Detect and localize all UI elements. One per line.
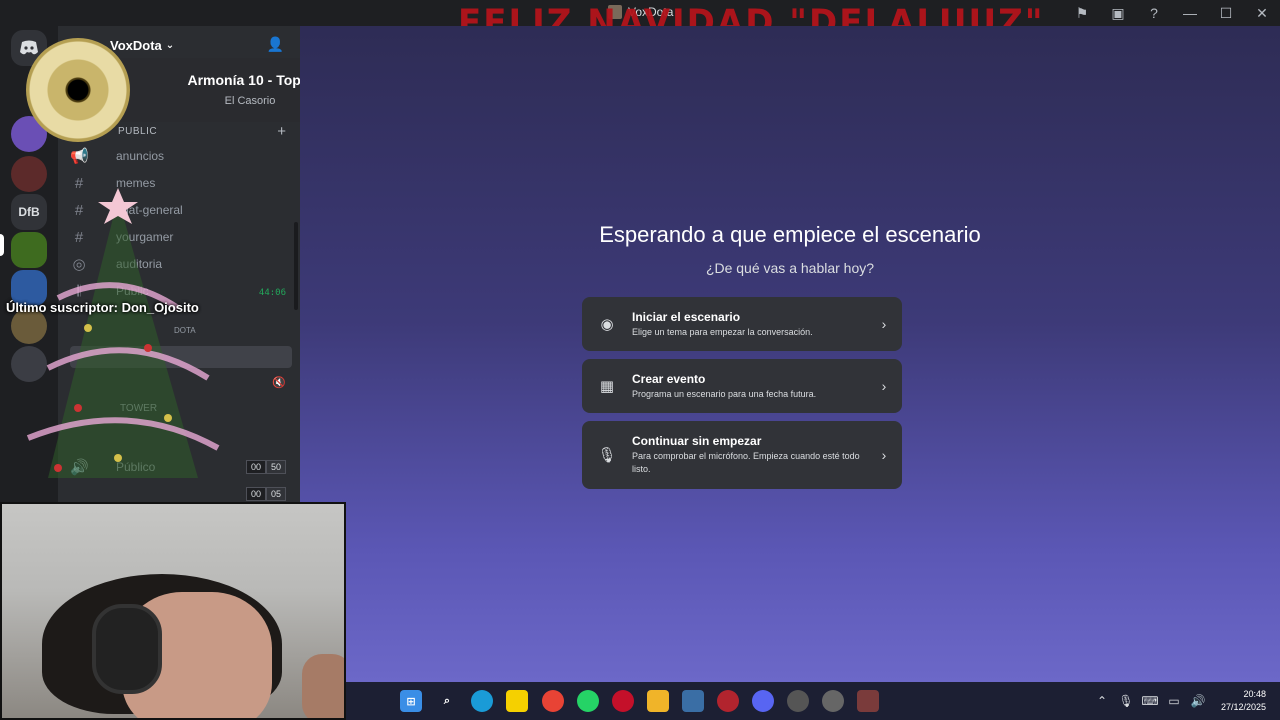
count-current: 00 [245,460,266,474]
channel-public-voice[interactable]: 𝄃 Public [70,280,290,302]
channel-label: Public [116,284,149,298]
game-icon[interactable] [857,690,879,712]
search-icon[interactable]: ⌕ [436,690,458,712]
chrome-icon[interactable] [542,690,564,712]
channel-label: auditoria [116,257,163,271]
steam-icon[interactable] [787,690,809,712]
option-desc: Para comprobar el micrófono. Empieza cua… [632,451,860,474]
mic-tray-icon[interactable]: 🎙 [1114,694,1138,708]
edge-icon[interactable] [471,690,493,712]
chevron-up-icon[interactable]: ⌃ [1090,694,1114,708]
option-title: Iniciar el escenario [632,309,741,324]
user-count-badge: 00 50 [245,460,286,474]
discord-icon[interactable] [752,690,774,712]
channel-yourgamer[interactable]: # yourgamer [70,226,290,248]
option-title: Continuar sin empezar [632,434,762,448]
server-dfb-label: DfB [18,205,40,219]
voice-icon: 𝄃 [77,282,81,300]
clock[interactable]: 20:48 27/12/2025 [1210,688,1280,714]
sticky-notes-icon[interactable] [506,690,528,712]
voice-time: 44:06 [258,288,286,298]
count-limit: 05 [265,487,286,501]
app-icon[interactable] [822,690,844,712]
mute-deafen-icons[interactable]: 🔇 [272,376,286,389]
channel-chat-general[interactable]: # chat-general [70,199,290,221]
tag-tower: TOWER [120,403,158,414]
invite-people-icon[interactable]: 👤 [267,36,284,53]
megaphone-icon: 📢 [70,148,89,165]
headset-icon [92,604,162,694]
category-label[interactable]: PUBLIC [118,126,157,137]
continue-without-start-button[interactable]: 🎙 Continuar sin empezar Para comprobar e… [582,421,902,489]
opera-icon[interactable] [612,690,634,712]
hash-icon: # [74,201,84,219]
obs-icon[interactable] [717,690,739,712]
volume-icon[interactable]: 🔊 [1186,694,1210,708]
channel-auditoria[interactable]: ◎ auditoria [70,253,290,275]
calendar-icon: ▦ [599,378,615,395]
display-icon[interactable]: ▭ [1162,694,1186,708]
hash-icon: # [74,174,84,192]
keyboard-icon[interactable]: ⌨ [1138,694,1162,708]
stage-icon: ◎ [72,256,86,273]
option-desc: Elige un tema para empezar la conversaci… [632,326,813,337]
chevron-down-icon: ⌄ [165,39,175,51]
server-dfb[interactable]: DfB [11,194,47,230]
start-stage-button[interactable]: ◉ Iniciar el escenario Elige un tema par… [582,297,902,351]
stage-main-area: Esperando a que empiece el escenario ¿De… [300,26,1280,682]
album-disc-icon [26,38,130,142]
channel-label: anuncios [116,149,165,163]
channel-label: memes [116,176,156,190]
help-icon[interactable]: ? [1136,0,1172,26]
last-subscriber-label: Último suscriptor: Don_Ojosito [6,300,199,315]
selected-server-pill [0,234,4,256]
title-bar: VoxDota FELIZ NAVIDAD "DELALUUZ" ⚑ ▣ ? —… [0,0,1280,41]
stage-title: Esperando a que empiece el escenario [599,222,981,247]
option-title: Crear evento [632,371,706,386]
clock-date: 27/12/2025 [1220,702,1266,712]
option-desc: Programa un escenario para una fecha fut… [632,388,817,399]
inbox-icon[interactable]: ▣ [1100,0,1136,26]
chevron-right-icon: › [881,447,887,463]
channel-anuncios[interactable]: 📢 anuncios [70,145,290,167]
file-explorer-icon[interactable] [647,690,669,712]
webcam-feed [0,502,346,720]
chevron-right-icon: › [881,378,887,394]
channel-memes[interactable]: # memes [70,172,290,194]
maximize-icon[interactable]: ☐ [1208,0,1244,26]
server-name: VoxDota [110,37,162,53]
create-event-button[interactable]: ▦ Crear evento Programa un escenario par… [582,359,902,413]
start-icon[interactable]: ⊞ [400,690,422,712]
chevron-right-icon: › [881,316,887,332]
titlebar-controls: ⚑ ▣ ? — ☐ ✕ [1064,0,1280,26]
count-limit: 50 [265,460,286,474]
clock-time: 20:48 [1243,689,1266,699]
channel-selected[interactable] [70,346,292,368]
server-icon-user[interactable] [11,346,47,382]
add-channel-icon[interactable]: + [277,123,286,140]
mic-icon: 🎙 [597,447,617,464]
voice-icon: 🔊 [70,459,89,476]
channel-scrollbar[interactable] [294,222,298,310]
whatsapp-icon[interactable] [577,690,599,712]
channel-label: yourgamer [116,230,174,244]
system-tray: ⌃ 🎙 ⌨ ▭ 🔊 20:48 27/12/2025 [1090,682,1280,720]
user-count-badge-2: 00 05 [245,487,286,501]
minimize-icon[interactable]: — [1172,0,1208,26]
stage-subtitle: ¿De qué vas a hablar hoy? [705,260,875,276]
stage-icon: ◉ [600,316,614,333]
channel-label: chat-general [116,203,183,217]
count-current: 00 [245,487,266,501]
tag-dota: DOTA [174,326,196,335]
server-voxdota[interactable] [11,232,47,268]
flag-icon[interactable]: ⚑ [1064,0,1100,26]
close-icon[interactable]: ✕ [1244,0,1280,26]
server-icon-red[interactable] [11,156,47,192]
windows-taskbar: ⊞ ⌕ ⌃ 🎙 ⌨ ▭ 🔊 20:48 27/12/2025 [346,682,1280,720]
hash-icon: # [74,228,84,246]
channel-label: Público [116,460,156,474]
store-icon[interactable] [682,690,704,712]
